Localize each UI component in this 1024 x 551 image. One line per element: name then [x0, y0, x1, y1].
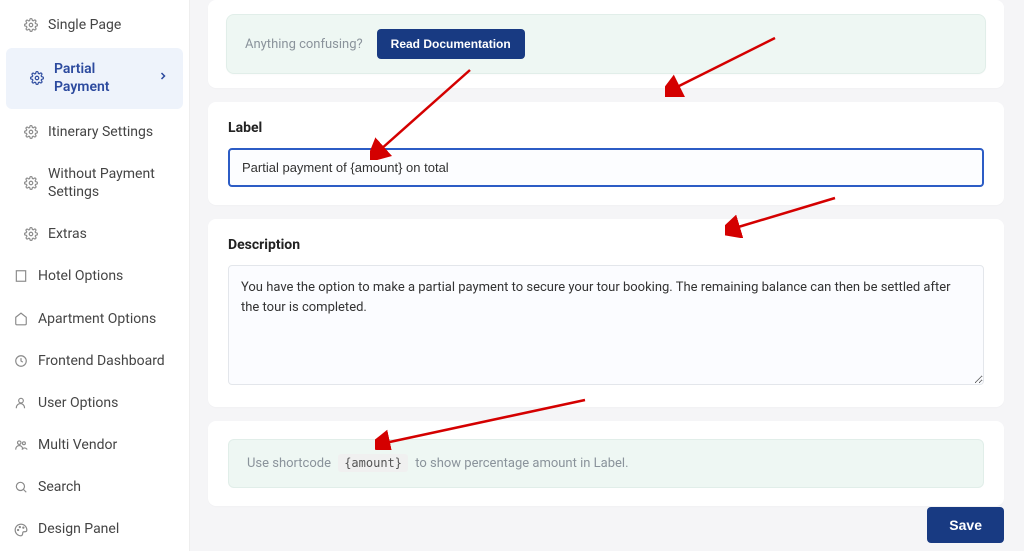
- read-documentation-button[interactable]: Read Documentation: [377, 29, 525, 59]
- search-icon: [14, 480, 28, 494]
- hint-suffix: to show percentage amount in Label.: [415, 456, 628, 471]
- sidebar-item-label: Frontend Dashboard: [38, 352, 175, 370]
- gear-icon: [24, 176, 38, 190]
- description-section-card: Description: [208, 219, 1004, 407]
- sidebar-item-label: Without Payment Settings: [48, 165, 175, 201]
- sidebar-item-extras[interactable]: Extras: [0, 213, 189, 255]
- sidebar-item-partial-payment[interactable]: Partial Payment: [6, 48, 183, 108]
- section-title: Description: [228, 237, 984, 253]
- gear-icon: [24, 227, 38, 241]
- sidebar-item-label: Single Page: [48, 16, 175, 34]
- sidebar-item-label: Hotel Options: [38, 267, 175, 285]
- gear-icon: [24, 125, 38, 139]
- sidebar-item-search[interactable]: Search: [0, 466, 189, 508]
- gear-icon: [30, 71, 44, 85]
- sidebar-item-label: Extras: [48, 225, 175, 243]
- gear-icon: [24, 18, 38, 32]
- sidebar-item-frontend-dashboard[interactable]: Frontend Dashboard: [0, 340, 189, 382]
- sidebar-item-itinerary-settings[interactable]: Itinerary Settings: [0, 111, 189, 153]
- section-title: Label: [228, 120, 984, 136]
- sidebar-item-single-page[interactable]: Single Page: [0, 4, 189, 46]
- sidebar-item-design-panel[interactable]: Design Panel: [0, 508, 189, 550]
- sidebar-item-label: Partial Payment: [54, 60, 147, 96]
- description-textarea[interactable]: [228, 265, 984, 385]
- main-content: Anything confusing? Read Documentation L…: [190, 0, 1024, 551]
- label-section-card: Label: [208, 102, 1004, 205]
- sidebar-item-label: Design Panel: [38, 520, 175, 538]
- palette-icon: [14, 523, 28, 537]
- label-input[interactable]: [228, 148, 984, 187]
- hint-prefix: Use shortcode: [247, 456, 331, 471]
- sidebar-item-apartment-options[interactable]: Apartment Options: [0, 298, 189, 340]
- sidebar: Single Page Partial Payment Itinerary Se…: [0, 0, 190, 551]
- save-button[interactable]: Save: [927, 507, 1004, 543]
- sidebar-item-label: Itinerary Settings: [48, 123, 175, 141]
- dashboard-icon: [14, 354, 28, 368]
- sidebar-item-label: Apartment Options: [38, 310, 175, 328]
- home-icon: [14, 312, 28, 326]
- shortcode-chip: {amount}: [338, 454, 408, 472]
- user-icon: [14, 396, 28, 410]
- sidebar-item-without-payment-settings[interactable]: Without Payment Settings: [0, 153, 189, 213]
- building-icon: [14, 269, 28, 283]
- sidebar-item-label: User Options: [38, 394, 175, 412]
- sidebar-item-hotel-options[interactable]: Hotel Options: [0, 255, 189, 297]
- users-icon: [14, 438, 28, 452]
- sidebar-item-user-options[interactable]: User Options: [0, 382, 189, 424]
- sidebar-sub-group: Single Page Partial Payment Itinerary Se…: [0, 4, 189, 255]
- sidebar-item-label: Multi Vendor: [38, 436, 175, 454]
- doc-prompt-text: Anything confusing?: [245, 37, 363, 52]
- sidebar-item-multi-vendor[interactable]: Multi Vendor: [0, 424, 189, 466]
- sidebar-item-label: Search: [38, 478, 175, 496]
- chevron-right-icon: [157, 70, 169, 86]
- shortcode-hint-card: Use shortcode {amount} to show percentag…: [208, 421, 1004, 506]
